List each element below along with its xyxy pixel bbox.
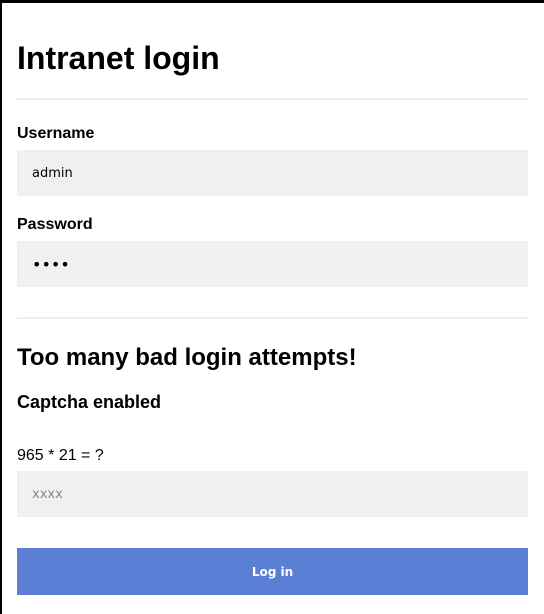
username-input[interactable]	[17, 150, 528, 196]
bad-attempts-warning: Too many bad login attempts!	[17, 344, 357, 371]
username-label: Username	[17, 125, 95, 142]
page-title: Intranet login	[17, 40, 220, 76]
password-input[interactable]	[17, 241, 528, 287]
captcha-input[interactable]	[17, 471, 528, 517]
password-label: Password	[17, 216, 93, 233]
login-button[interactable]: Log in	[17, 548, 528, 595]
section-divider	[17, 317, 528, 319]
login-panel: Intranet login Username Password Too man…	[2, 3, 544, 614]
captcha-question: 965 * 21 = ?	[17, 447, 104, 464]
header-divider	[17, 98, 528, 100]
captcha-heading: Captcha enabled	[17, 392, 162, 412]
